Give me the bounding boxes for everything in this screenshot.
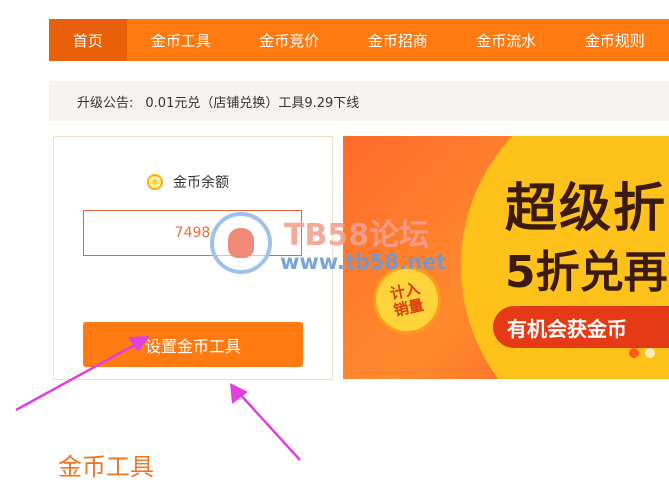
watermark-title: TB58论坛 <box>284 218 430 253</box>
banner-badge-line2: 销量 <box>392 295 426 320</box>
top-nav: 首页 金币工具 金币竞价 金币招商 金币流水 金币规则 <box>49 19 669 61</box>
banner-ribbon: 有机会获金币 <box>493 306 669 348</box>
coin-icon <box>147 174 163 190</box>
nav-item-coin-merchants[interactable]: 金币招商 <box>344 19 453 61</box>
nav-item-coin-bidding[interactable]: 金币竞价 <box>235 19 344 61</box>
banner-dot-2[interactable] <box>645 348 655 358</box>
balance-value: 7498 <box>174 225 211 241</box>
nav-item-coin-flow[interactable]: 金币流水 <box>452 19 561 61</box>
banner-title: 超级折 <box>505 179 668 239</box>
banner-pagination <box>629 348 655 358</box>
watermark-url: www.tb58.net <box>280 250 447 274</box>
notice-label: 升级公告: <box>77 95 134 111</box>
nav-item-coin-rules[interactable]: 金币规则 <box>561 19 669 61</box>
balance-label: 金币余额 <box>173 175 229 191</box>
section-title: 金币工具 <box>58 453 154 481</box>
watermark-hand-logo-icon <box>210 212 272 274</box>
notice-text[interactable]: 0.01元兑（店铺兑换）工具9.29下线 <box>145 92 359 111</box>
set-coin-tool-button[interactable]: 设置金币工具 <box>83 322 303 367</box>
banner-subtitle: 5折兑再 <box>505 247 668 298</box>
watermark: TB58论坛 www.tb58.net <box>210 208 460 278</box>
nav-item-coin-tools[interactable]: 金币工具 <box>127 19 236 61</box>
notice-bar: 升级公告: 0.01元兑（店铺兑换）工具9.29下线 <box>49 81 669 121</box>
annotation-arrow-right-icon <box>230 383 301 461</box>
balance-label-row: 金币余额 <box>147 172 229 192</box>
banner-dot-1[interactable] <box>629 348 639 358</box>
nav-item-home[interactable]: 首页 <box>49 19 127 61</box>
